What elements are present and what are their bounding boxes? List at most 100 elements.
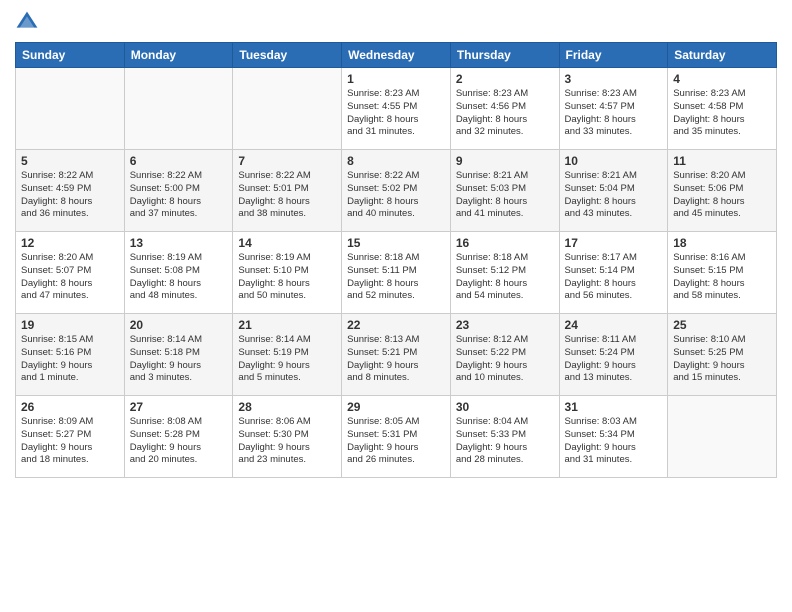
calendar: SundayMondayTuesdayWednesdayThursdayFrid… xyxy=(15,42,777,478)
day-cell: 15Sunrise: 8:18 AMSunset: 5:11 PMDayligh… xyxy=(342,232,451,314)
day-number: 25 xyxy=(673,318,771,332)
day-cell: 9 Sunrise: 8:21 AMSunset: 5:03 PMDaylight… xyxy=(450,150,559,232)
page: SundayMondayTuesdayWednesdayThursdayFrid… xyxy=(0,0,792,612)
day-info: Sunrise: 8:15 AMSunset: 5:16 PMDaylight:… xyxy=(21,334,119,385)
col-header-thursday: Thursday xyxy=(450,43,559,68)
day-cell: 7 Sunrise: 8:22 AMSunset: 5:01 PMDaylight… xyxy=(233,150,342,232)
day-number: 21 xyxy=(238,318,336,332)
day-info: Sunrise: 8:18 AMSunset: 5:12 PMDaylight:… xyxy=(456,252,554,303)
day-info: Sunrise: 8:22 AMSunset: 5:00 PMDaylight:… xyxy=(130,170,228,221)
week-row-5: 26 Sunrise: 8:09 AMSunset: 5:27 PMDayligh… xyxy=(16,396,777,478)
day-info: Sunrise: 8:05 AMSunset: 5:31 PMDaylight:… xyxy=(347,416,445,467)
day-cell: 22 Sunrise: 8:13 AMSunset: 5:21 PMDayligh… xyxy=(342,314,451,396)
day-info: Sunrise: 8:10 AMSunset: 5:25 PMDaylight:… xyxy=(673,334,771,385)
header xyxy=(15,10,777,34)
week-row-3: 12 Sunrise: 8:20 AMSunset: 5:07 PMDayligh… xyxy=(16,232,777,314)
logo-icon xyxy=(15,10,39,34)
day-number: 2 xyxy=(456,72,554,86)
logo xyxy=(15,10,43,34)
day-number: 17 xyxy=(565,236,663,250)
day-info: Sunrise: 8:13 AMSunset: 5:21 PMDaylight:… xyxy=(347,334,445,385)
day-number: 29 xyxy=(347,400,445,414)
day-cell: 30 Sunrise: 8:04 AMSunset: 5:33 PMDayligh… xyxy=(450,396,559,478)
day-info: Sunrise: 8:19 AMSunset: 5:08 PMDaylight:… xyxy=(130,252,228,303)
day-number: 24 xyxy=(565,318,663,332)
day-cell: 20 Sunrise: 8:14 AMSunset: 5:18 PMDayligh… xyxy=(124,314,233,396)
day-number: 23 xyxy=(456,318,554,332)
day-cell xyxy=(668,396,777,478)
col-header-friday: Friday xyxy=(559,43,668,68)
col-header-saturday: Saturday xyxy=(668,43,777,68)
day-number: 14 xyxy=(238,236,336,250)
day-info: Sunrise: 8:17 AMSunset: 5:14 PMDaylight:… xyxy=(565,252,663,303)
day-number: 26 xyxy=(21,400,119,414)
day-number: 30 xyxy=(456,400,554,414)
day-number: 10 xyxy=(565,154,663,168)
day-number: 11 xyxy=(673,154,771,168)
day-cell: 23 Sunrise: 8:12 AMSunset: 5:22 PMDayligh… xyxy=(450,314,559,396)
day-cell: 11 Sunrise: 8:20 AMSunset: 5:06 PMDayligh… xyxy=(668,150,777,232)
col-header-sunday: Sunday xyxy=(16,43,125,68)
day-cell: 21 Sunrise: 8:14 AMSunset: 5:19 PMDayligh… xyxy=(233,314,342,396)
day-number: 4 xyxy=(673,72,771,86)
day-info: Sunrise: 8:22 AMSunset: 5:02 PMDaylight:… xyxy=(347,170,445,221)
day-cell: 18 Sunrise: 8:16 AMSunset: 5:15 PMDayligh… xyxy=(668,232,777,314)
day-cell: 16Sunrise: 8:18 AMSunset: 5:12 PMDayligh… xyxy=(450,232,559,314)
day-info: Sunrise: 8:12 AMSunset: 5:22 PMDaylight:… xyxy=(456,334,554,385)
day-number: 6 xyxy=(130,154,228,168)
day-info: Sunrise: 8:21 AMSunset: 5:04 PMDaylight:… xyxy=(565,170,663,221)
day-number: 7 xyxy=(238,154,336,168)
day-cell: 27Sunrise: 8:08 AMSunset: 5:28 PMDayligh… xyxy=(124,396,233,478)
day-info: Sunrise: 8:20 AMSunset: 5:07 PMDaylight:… xyxy=(21,252,119,303)
day-cell: 5 Sunrise: 8:22 AMSunset: 4:59 PMDaylight… xyxy=(16,150,125,232)
day-info: Sunrise: 8:06 AMSunset: 5:30 PMDaylight:… xyxy=(238,416,336,467)
day-info: Sunrise: 8:09 AMSunset: 5:27 PMDaylight:… xyxy=(21,416,119,467)
day-cell: 1 Sunrise: 8:23 AMSunset: 4:55 PMDaylight… xyxy=(342,68,451,150)
day-info: Sunrise: 8:03 AMSunset: 5:34 PMDaylight:… xyxy=(565,416,663,467)
day-info: Sunrise: 8:20 AMSunset: 5:06 PMDaylight:… xyxy=(673,170,771,221)
day-cell xyxy=(233,68,342,150)
day-cell: 24Sunrise: 8:11 AMSunset: 5:24 PMDayligh… xyxy=(559,314,668,396)
col-header-monday: Monday xyxy=(124,43,233,68)
day-number: 3 xyxy=(565,72,663,86)
day-number: 31 xyxy=(565,400,663,414)
day-cell: 14Sunrise: 8:19 AMSunset: 5:10 PMDayligh… xyxy=(233,232,342,314)
day-info: Sunrise: 8:18 AMSunset: 5:11 PMDaylight:… xyxy=(347,252,445,303)
day-info: Sunrise: 8:16 AMSunset: 5:15 PMDaylight:… xyxy=(673,252,771,303)
day-cell xyxy=(16,68,125,150)
day-cell: 26 Sunrise: 8:09 AMSunset: 5:27 PMDayligh… xyxy=(16,396,125,478)
day-info: Sunrise: 8:04 AMSunset: 5:33 PMDaylight:… xyxy=(456,416,554,467)
day-info: Sunrise: 8:22 AMSunset: 4:59 PMDaylight:… xyxy=(21,170,119,221)
day-cell: 19 Sunrise: 8:15 AMSunset: 5:16 PMDayligh… xyxy=(16,314,125,396)
day-number: 20 xyxy=(130,318,228,332)
day-number: 12 xyxy=(21,236,119,250)
day-info: Sunrise: 8:23 AMSunset: 4:56 PMDaylight:… xyxy=(456,88,554,139)
day-cell: 28Sunrise: 8:06 AMSunset: 5:30 PMDayligh… xyxy=(233,396,342,478)
day-number: 19 xyxy=(21,318,119,332)
day-cell: 31 Sunrise: 8:03 AMSunset: 5:34 PMDayligh… xyxy=(559,396,668,478)
day-info: Sunrise: 8:23 AMSunset: 4:58 PMDaylight:… xyxy=(673,88,771,139)
day-info: Sunrise: 8:21 AMSunset: 5:03 PMDaylight:… xyxy=(456,170,554,221)
day-info: Sunrise: 8:14 AMSunset: 5:19 PMDaylight:… xyxy=(238,334,336,385)
day-cell: 12 Sunrise: 8:20 AMSunset: 5:07 PMDayligh… xyxy=(16,232,125,314)
day-info: Sunrise: 8:22 AMSunset: 5:01 PMDaylight:… xyxy=(238,170,336,221)
week-row-4: 19 Sunrise: 8:15 AMSunset: 5:16 PMDayligh… xyxy=(16,314,777,396)
day-info: Sunrise: 8:14 AMSunset: 5:18 PMDaylight:… xyxy=(130,334,228,385)
day-cell: 10 Sunrise: 8:21 AMSunset: 5:04 PMDayligh… xyxy=(559,150,668,232)
week-row-1: 1 Sunrise: 8:23 AMSunset: 4:55 PMDaylight… xyxy=(16,68,777,150)
day-info: Sunrise: 8:08 AMSunset: 5:28 PMDaylight:… xyxy=(130,416,228,467)
day-cell: 13 Sunrise: 8:19 AMSunset: 5:08 PMDayligh… xyxy=(124,232,233,314)
day-info: Sunrise: 8:23 AMSunset: 4:57 PMDaylight:… xyxy=(565,88,663,139)
day-cell: 17 Sunrise: 8:17 AMSunset: 5:14 PMDayligh… xyxy=(559,232,668,314)
day-cell: 4 Sunrise: 8:23 AMSunset: 4:58 PMDaylight… xyxy=(668,68,777,150)
day-number: 9 xyxy=(456,154,554,168)
day-cell xyxy=(124,68,233,150)
day-number: 18 xyxy=(673,236,771,250)
day-number: 22 xyxy=(347,318,445,332)
day-cell: 6 Sunrise: 8:22 AMSunset: 5:00 PMDaylight… xyxy=(124,150,233,232)
day-number: 5 xyxy=(21,154,119,168)
day-number: 1 xyxy=(347,72,445,86)
header-row: SundayMondayTuesdayWednesdayThursdayFrid… xyxy=(16,43,777,68)
day-info: Sunrise: 8:23 AMSunset: 4:55 PMDaylight:… xyxy=(347,88,445,139)
day-number: 13 xyxy=(130,236,228,250)
